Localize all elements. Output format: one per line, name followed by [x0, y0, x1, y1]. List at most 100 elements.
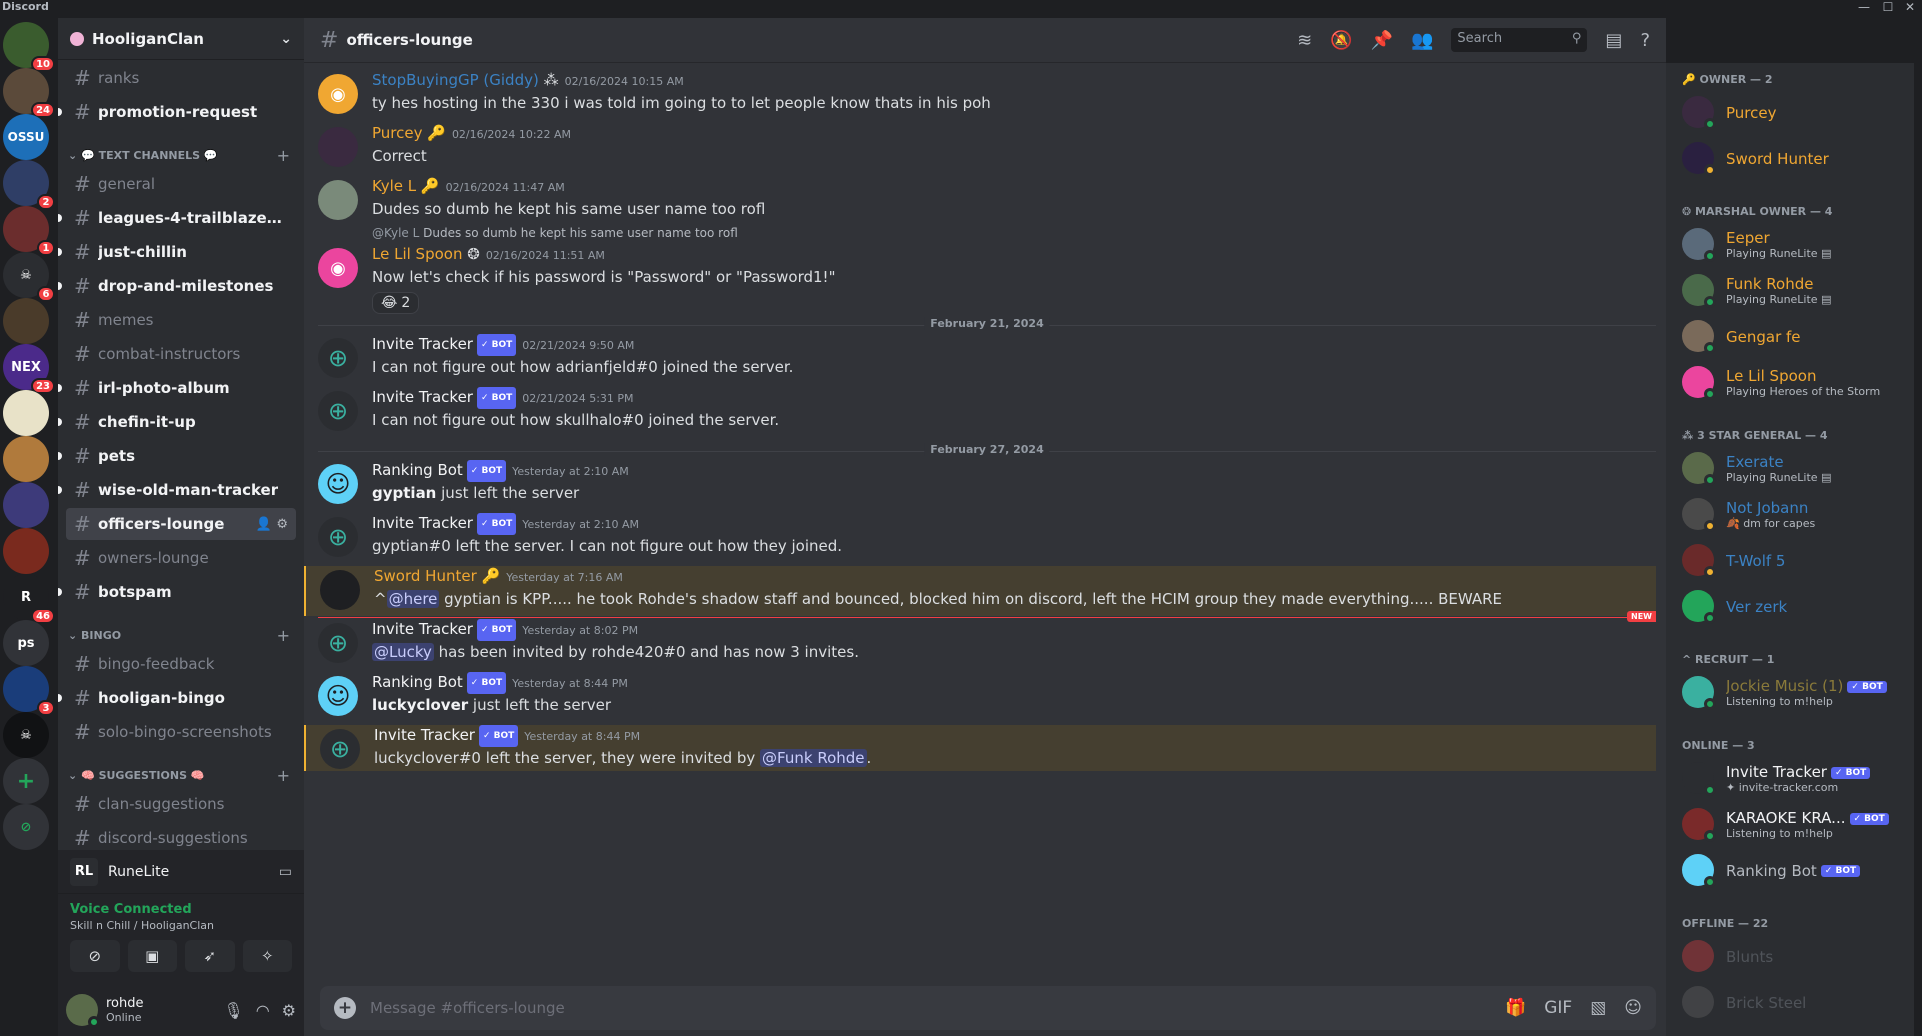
- microphone-icon[interactable]: 🎙: [223, 1001, 243, 1020]
- maximize-button[interactable]: ☐: [1876, 0, 1900, 16]
- add-channel-icon[interactable]: +: [277, 626, 290, 645]
- server-icon[interactable]: OSSU: [3, 114, 49, 160]
- author-name[interactable]: Kyle L: [372, 177, 416, 195]
- member-item[interactable]: Blunts: [1666, 933, 1914, 979]
- author-name[interactable]: Invite Tracker: [372, 514, 473, 532]
- member-item[interactable]: Brick Steel: [1666, 979, 1914, 1025]
- reaction-pill[interactable]: 😂 2: [372, 292, 420, 314]
- server-icon[interactable]: 2: [3, 160, 55, 210]
- author-name[interactable]: Ranking Bot: [372, 673, 463, 691]
- reply-preview[interactable]: @Kyle L Dudes so dumb he kept his same u…: [372, 226, 1656, 244]
- avatar[interactable]: [318, 180, 358, 220]
- voice-location[interactable]: Skill n Chill / HooliganClan: [70, 919, 292, 932]
- server-icon[interactable]: R 46: [3, 574, 55, 624]
- activity-rocket-icon[interactable]: ➶: [185, 940, 235, 972]
- channel-clan-suggestions[interactable]: # clan-suggestions: [66, 788, 296, 820]
- member-item[interactable]: Exerate Playing RuneLite ▤: [1666, 445, 1914, 491]
- channel-pets[interactable]: # pets: [58, 440, 296, 472]
- avatar[interactable]: ☺: [318, 676, 358, 716]
- add-channel-icon[interactable]: +: [277, 146, 290, 165]
- author-name[interactable]: Le Lil Spoon: [372, 245, 462, 263]
- category-text-channels[interactable]: ⌄ 💬 TEXT CHANNELS 💬 +: [58, 144, 304, 166]
- channel-combat-instructors[interactable]: # combat-instructors: [66, 338, 296, 370]
- channel-botspam[interactable]: # botspam: [58, 576, 296, 608]
- search-input[interactable]: Search ⚲: [1451, 28, 1588, 52]
- add-channel-icon[interactable]: +: [277, 766, 290, 785]
- discover-button[interactable]: ⊘: [3, 804, 49, 850]
- sticker-icon[interactable]: ▧: [1590, 998, 1606, 1018]
- mention[interactable]: @Lucky: [372, 643, 434, 661]
- soundboard-icon[interactable]: ✧: [242, 940, 292, 972]
- server-icon[interactable]: 24: [3, 68, 55, 118]
- member-item[interactable]: Eeper Playing RuneLite ▤: [1666, 221, 1914, 267]
- composer-placeholder[interactable]: Message #officers-lounge: [370, 999, 565, 1017]
- author-name[interactable]: Invite Tracker: [372, 388, 473, 406]
- channel-general[interactable]: # general: [66, 168, 296, 200]
- author-name[interactable]: Invite Tracker: [374, 726, 475, 744]
- channel-drop-and-milestones[interactable]: # drop-and-milestones: [58, 270, 296, 302]
- channel-officers-lounge[interactable]: # officers-lounge 👤 ⚙: [66, 508, 296, 540]
- gear-icon[interactable]: ⚙: [282, 1001, 296, 1020]
- gif-icon[interactable]: GIF: [1544, 998, 1572, 1018]
- avatar[interactable]: [66, 994, 100, 1028]
- channel-promotion-request[interactable]: # promotion-request: [58, 96, 296, 128]
- voice-connected-label[interactable]: Voice Connected: [70, 902, 292, 917]
- member-item[interactable]: Gengar fe: [1666, 313, 1914, 359]
- member-item[interactable]: Purcey: [1666, 89, 1914, 135]
- channel-owners-lounge[interactable]: # owners-lounge: [66, 542, 296, 574]
- category-bingo[interactable]: ⌄ BINGO +: [58, 624, 304, 646]
- member-item[interactable]: Invite Tracker ✓ BOT ✦ invite-tracker.com: [1666, 755, 1914, 801]
- avatar[interactable]: ⊕: [318, 338, 358, 378]
- member-item[interactable]: Le Lil Spoon Playing Heroes of the Storm: [1666, 359, 1914, 405]
- channel-hooligan-bingo[interactable]: # hooligan-bingo: [58, 682, 296, 714]
- channel-leagues-4-trailblazer-rel-[interactable]: # leagues-4-trailblazer-rel...: [58, 202, 296, 234]
- server-icon[interactable]: [3, 528, 49, 574]
- mention[interactable]: @here: [386, 590, 440, 608]
- threads-icon[interactable]: ≋: [1297, 30, 1312, 51]
- member-item[interactable]: Sword Hunter: [1666, 135, 1914, 181]
- member-item[interactable]: T-Wolf 5: [1666, 537, 1914, 583]
- category-suggestions[interactable]: ⌄ 🧠 SUGGESTIONS 🧠 +: [58, 764, 304, 786]
- avatar[interactable]: ☺: [318, 464, 358, 504]
- avatar[interactable]: [318, 127, 358, 167]
- screen-share-button[interactable]: ▣: [127, 940, 177, 972]
- activity-bar[interactable]: RL RuneLite ▭: [58, 850, 304, 894]
- channel-memes[interactable]: # memes: [66, 304, 296, 336]
- server-icon[interactable]: [3, 482, 49, 528]
- server-icon[interactable]: ☠: [3, 712, 49, 758]
- avatar[interactable]: ◉: [318, 74, 358, 114]
- avatar[interactable]: ⊕: [318, 391, 358, 431]
- author-name[interactable]: Purcey: [372, 124, 422, 142]
- channel-just-chillin[interactable]: # just-chillin: [58, 236, 296, 268]
- avatar[interactable]: ⊕: [318, 623, 358, 663]
- server-icon[interactable]: [3, 390, 49, 436]
- avatar[interactable]: ⊕: [318, 517, 358, 557]
- attach-plus-icon[interactable]: +: [334, 997, 356, 1019]
- video-off-icon[interactable]: ⊘: [70, 940, 120, 972]
- member-list-icon[interactable]: 👥: [1411, 30, 1433, 51]
- member-item[interactable]: Jockie Music (1) ✓ BOT Listening to m!help: [1666, 669, 1914, 715]
- channel-settings-icon[interactable]: 👤 ⚙: [256, 517, 288, 532]
- message-composer[interactable]: + Message #officers-lounge 🎁 GIF ▧ ☺: [320, 986, 1656, 1030]
- channel-solo-bingo-screenshots[interactable]: # solo-bingo-screenshots: [66, 716, 296, 748]
- avatar[interactable]: [320, 570, 360, 610]
- author-name[interactable]: Ranking Bot: [372, 461, 463, 479]
- author-name[interactable]: Invite Tracker: [372, 335, 473, 353]
- server-icon[interactable]: ps: [3, 620, 49, 666]
- member-item[interactable]: Ver zerk: [1666, 583, 1914, 629]
- add-server-button[interactable]: +: [3, 758, 49, 804]
- channel-ranks[interactable]: # ranks: [66, 62, 296, 94]
- server-icon[interactable]: NEX 23: [3, 344, 55, 394]
- guild-header[interactable]: HooliganClan ⌄: [58, 18, 304, 60]
- help-icon[interactable]: ?: [1640, 30, 1650, 51]
- channel-irl-photo-album[interactable]: # irl-photo-album: [58, 372, 296, 404]
- channel-bingo-feedback[interactable]: # bingo-feedback: [66, 648, 296, 680]
- server-icon[interactable]: ☠ 6: [3, 252, 55, 302]
- server-icon[interactable]: [3, 298, 49, 344]
- pin-icon[interactable]: 📌: [1371, 30, 1393, 51]
- avatar[interactable]: ⊕: [320, 729, 360, 769]
- minimize-button[interactable]: —: [1852, 0, 1876, 16]
- headphones-icon[interactable]: ◠: [256, 1001, 270, 1020]
- screen-share-icon[interactable]: ▭: [279, 864, 292, 880]
- close-window-button[interactable]: ✕: [1898, 0, 1922, 16]
